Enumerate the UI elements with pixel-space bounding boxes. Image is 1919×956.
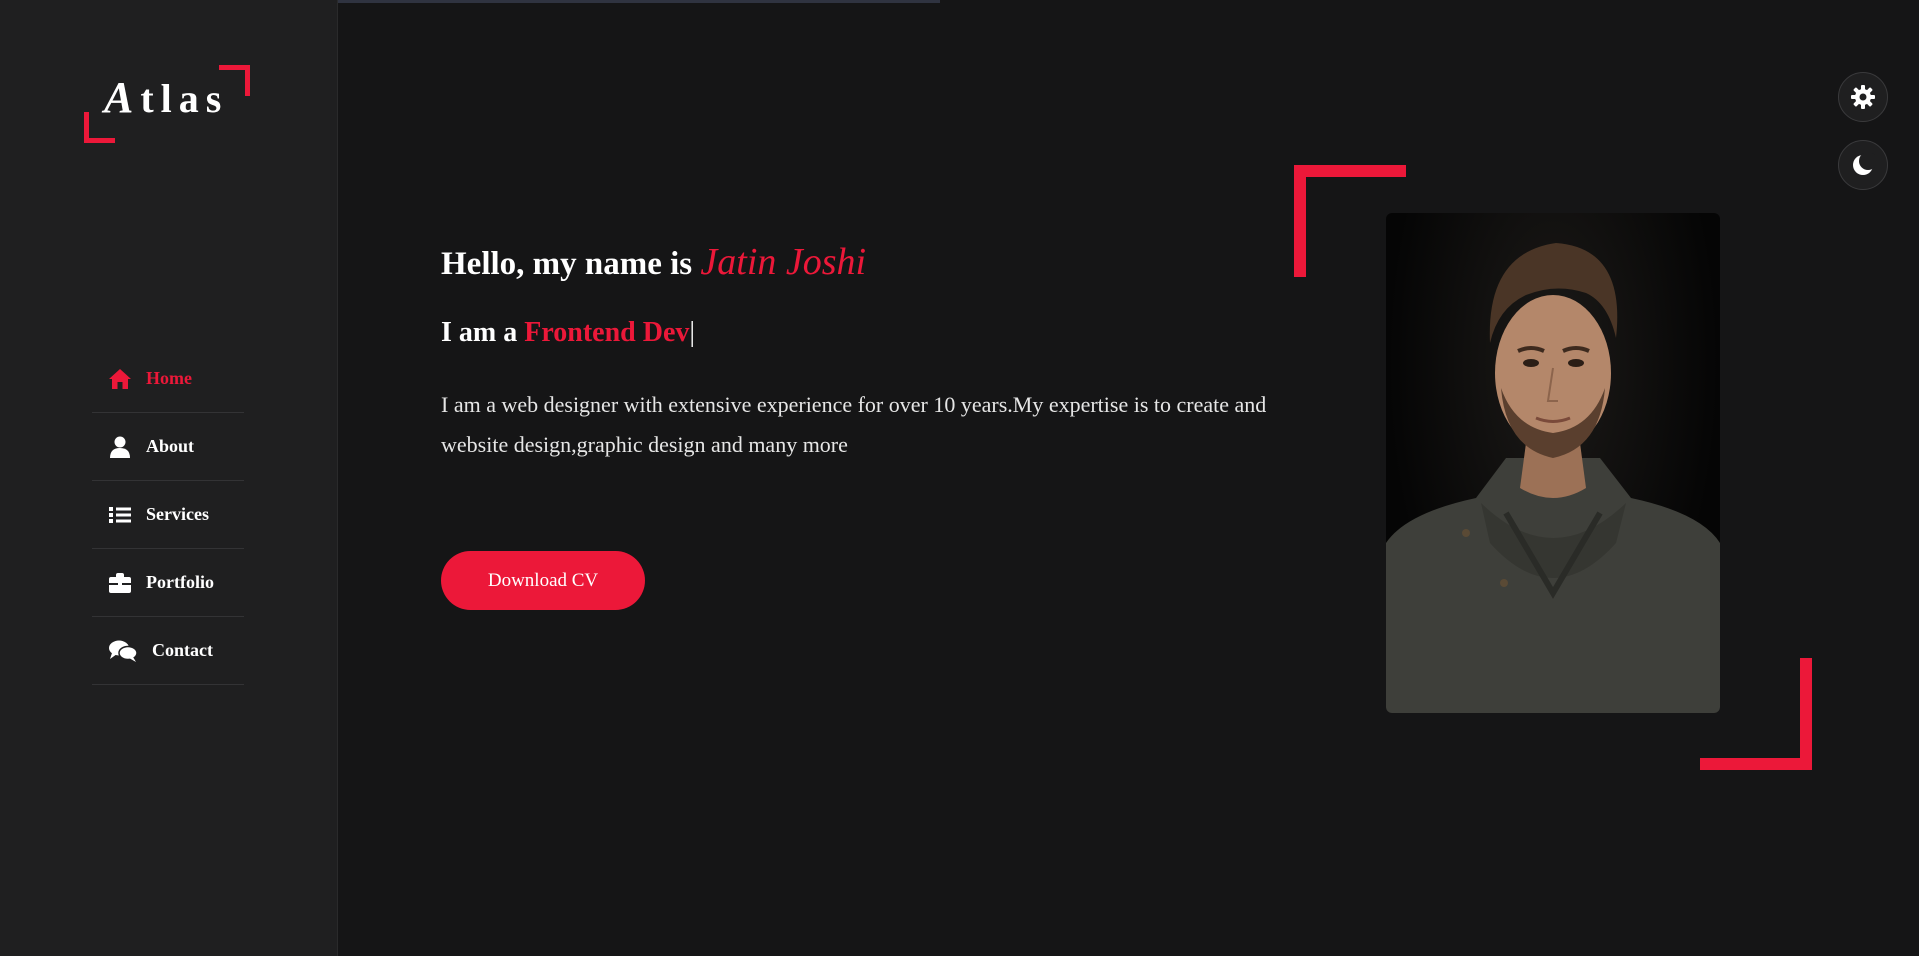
nav-item-services[interactable]: Services: [92, 481, 244, 549]
role-text: Frontend Dev: [524, 317, 690, 348]
greeting-heading: Hello, my name is Jatin Joshi: [441, 240, 866, 284]
moon-icon: [1851, 153, 1875, 177]
logo[interactable]: Atlas: [82, 62, 252, 146]
briefcase-icon: [108, 571, 132, 595]
gear-icon: [1850, 84, 1876, 110]
download-cv-button[interactable]: Download CV: [441, 551, 645, 610]
home-icon: [108, 367, 132, 391]
comments-icon: [108, 639, 138, 663]
role-prefix: I am a: [441, 317, 525, 348]
nav-item-contact[interactable]: Contact: [92, 617, 244, 685]
nav-label-portfolio: Portfolio: [146, 572, 214, 592]
nav-item-about[interactable]: About: [92, 413, 244, 481]
nav-label-contact: Contact: [152, 640, 213, 660]
profile-photo: [1386, 213, 1720, 713]
greeting-text: Hello, my name is: [441, 246, 701, 282]
hero-description: I am a web designer with extensive exper…: [441, 392, 1267, 457]
logo-text: Atlas: [104, 76, 228, 120]
nav-item-home[interactable]: Home: [92, 345, 244, 413]
list-icon: [108, 503, 132, 527]
nav-label-services: Services: [146, 504, 209, 524]
typing-cursor: |: [689, 317, 695, 348]
logo-initial: A: [104, 73, 141, 122]
sidebar: Atlas Home About Services Portfolio Cont…: [0, 0, 338, 956]
role-heading: I am a Frontend Dev|: [441, 317, 695, 349]
logo-rest: tlas: [140, 76, 229, 121]
main-nav: Home About Services Portfolio Contact: [92, 345, 244, 685]
nav-label-home: Home: [146, 368, 192, 388]
nav-label-about: About: [146, 436, 195, 456]
nav-item-portfolio[interactable]: Portfolio: [92, 549, 244, 617]
user-icon: [108, 435, 132, 459]
settings-button[interactable]: [1838, 72, 1888, 122]
person-name: Jatin Joshi: [700, 241, 867, 283]
theme-toggle-button[interactable]: [1838, 140, 1888, 190]
